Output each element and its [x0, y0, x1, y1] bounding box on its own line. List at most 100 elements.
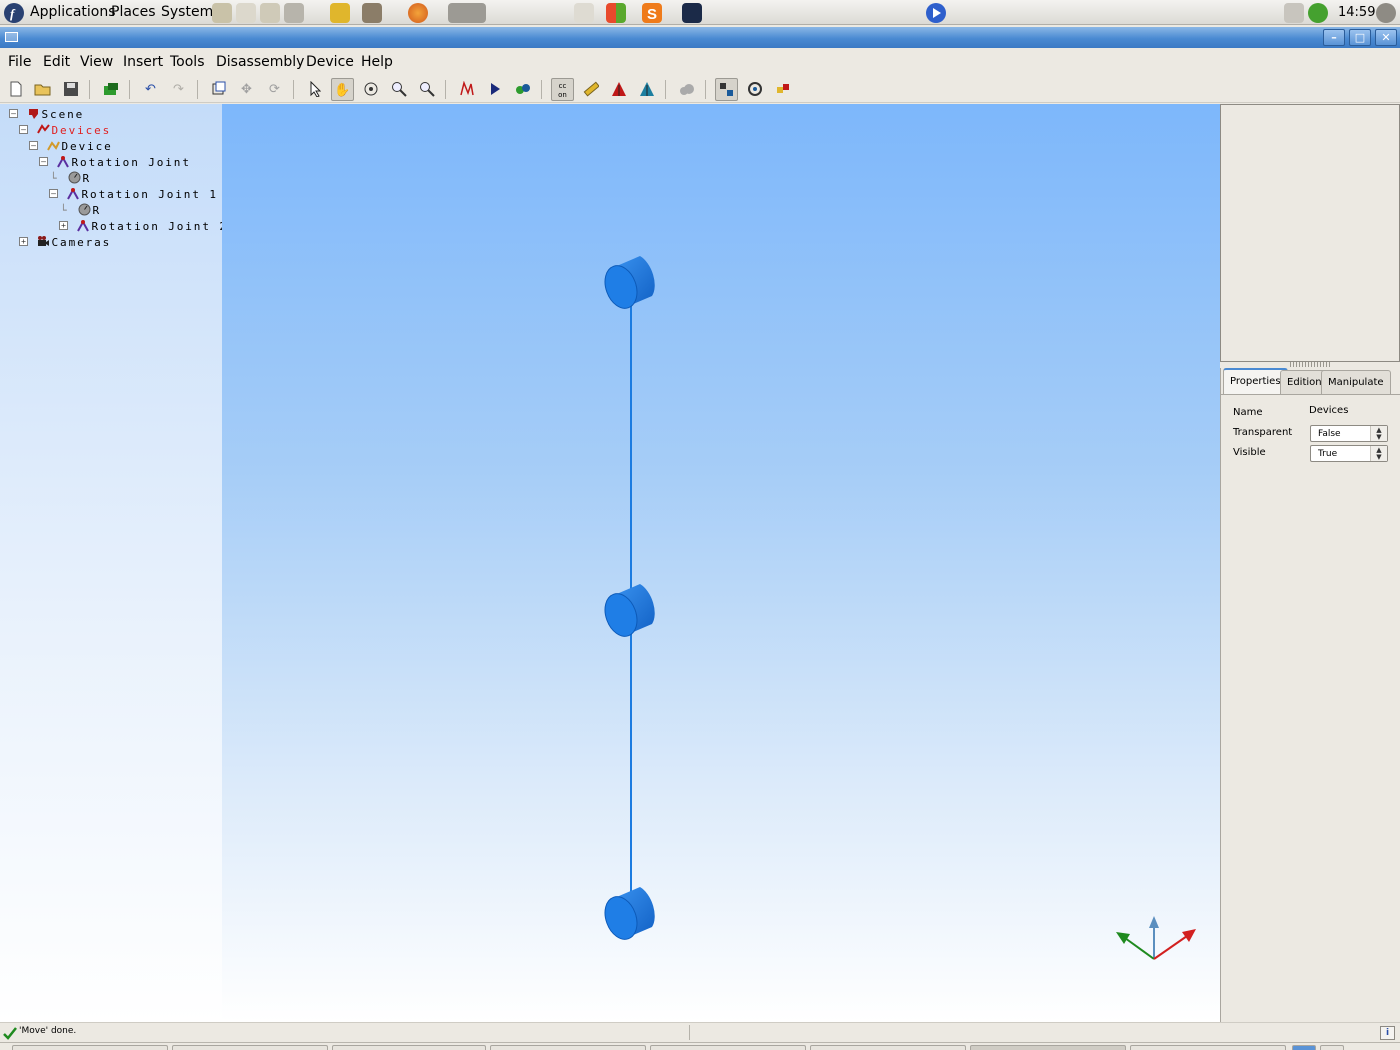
expand-icon[interactable]: +	[19, 237, 28, 246]
zoom-icon[interactable]	[387, 78, 410, 101]
pan-hand-icon[interactable]: ✋	[331, 78, 354, 101]
tree-node-devices[interactable]: – Devices	[19, 123, 111, 139]
task-button[interactable]	[810, 1045, 966, 1050]
terminal-icon[interactable]	[682, 3, 702, 23]
task-button[interactable]	[490, 1045, 646, 1050]
tree-node-r[interactable]: └ R	[50, 171, 91, 187]
close-icon[interactable]: ✕	[1375, 29, 1397, 46]
refresh-icon[interactable]	[743, 78, 766, 101]
plug-icon[interactable]	[284, 3, 304, 23]
media-play-icon[interactable]	[926, 3, 946, 23]
menu-view[interactable]: View	[80, 54, 113, 70]
red-tree-icon[interactable]	[607, 78, 630, 101]
save-icon[interactable]	[59, 78, 82, 101]
pane-splitter[interactable]	[1290, 362, 1330, 367]
tab-manipulate[interactable]: Manipulate	[1321, 370, 1391, 394]
open-folder-icon[interactable]	[31, 78, 54, 101]
menu-tools[interactable]: Tools	[170, 54, 205, 70]
menu-help[interactable]: Help	[361, 54, 393, 70]
gimp-icon[interactable]	[362, 3, 382, 23]
expand-icon[interactable]: +	[59, 221, 68, 230]
tree-node-rotation-joint-2[interactable]: + Rotation Joint 2	[59, 219, 228, 235]
redo-icon[interactable]: ↷	[167, 78, 190, 101]
menu-file[interactable]: File	[8, 54, 31, 70]
transparent-select[interactable]: False ▲ ▼	[1310, 425, 1388, 442]
maximize-icon[interactable]: □	[1349, 29, 1371, 46]
tab-properties[interactable]: Properties	[1223, 368, 1288, 394]
svg-text:S: S	[647, 6, 657, 23]
measure-icon[interactable]	[579, 78, 602, 101]
lock-icon[interactable]	[330, 3, 350, 23]
joint-cylinder[interactable]	[599, 256, 655, 313]
3d-viewport[interactable]	[222, 104, 1220, 1022]
task-button[interactable]	[332, 1045, 486, 1050]
rotate-icon[interactable]: ⟳	[263, 78, 286, 101]
import-icon[interactable]	[99, 78, 122, 101]
notes-icon[interactable]	[260, 3, 280, 23]
tree-node-r-1[interactable]: └ R	[60, 203, 101, 219]
menu-edit[interactable]: Edit	[43, 54, 70, 70]
tree-node-cameras[interactable]: + Cameras	[19, 235, 111, 251]
task-button[interactable]	[12, 1045, 168, 1050]
hierarchy-icon[interactable]	[715, 78, 738, 101]
file-manager-icon[interactable]	[212, 3, 232, 23]
translate-icon[interactable]: ✥	[235, 78, 258, 101]
menu-insert[interactable]: Insert	[123, 54, 163, 70]
collision-check-icon[interactable]: cc on	[551, 78, 574, 101]
cycle-icon[interactable]	[511, 78, 534, 101]
task-button-active[interactable]	[970, 1045, 1126, 1050]
info-icon[interactable]: i	[1380, 1026, 1395, 1040]
menu-device[interactable]: Device	[306, 54, 354, 70]
zoom-all-icon[interactable]	[415, 78, 438, 101]
joint-cylinder[interactable]	[599, 887, 655, 944]
collapse-icon[interactable]: –	[19, 125, 28, 134]
clock[interactable]: 14:59	[1338, 0, 1375, 25]
collapse-icon[interactable]: –	[9, 109, 18, 118]
collapse-icon[interactable]: –	[39, 157, 48, 166]
document-icon[interactable]	[574, 3, 594, 23]
volume-icon[interactable]	[1376, 3, 1396, 23]
collapse-icon[interactable]: –	[29, 141, 38, 150]
new-file-icon[interactable]	[4, 78, 27, 101]
minimize-icon[interactable]: –	[1323, 29, 1345, 46]
blue-tree-icon[interactable]	[635, 78, 658, 101]
places-menu[interactable]: Places	[111, 0, 156, 25]
play-icon[interactable]	[483, 78, 506, 101]
windows-icon[interactable]	[606, 3, 626, 23]
scene-render[interactable]	[222, 104, 1220, 1022]
task-button[interactable]	[172, 1045, 328, 1050]
visible-select[interactable]: True ▲ ▼	[1310, 445, 1388, 462]
joint-cylinder[interactable]	[599, 584, 655, 641]
tree-node-rotation-joint-1[interactable]: – Rotation Joint 1	[49, 187, 218, 203]
update-ok-icon[interactable]	[1308, 3, 1328, 23]
spin-arrows-icon[interactable]: ▲ ▼	[1370, 426, 1387, 441]
task-button[interactable]	[650, 1045, 806, 1050]
window-menu-icon[interactable]	[5, 32, 18, 42]
system-menu[interactable]: System	[161, 0, 213, 25]
applications-menu[interactable]: Applications	[30, 0, 116, 25]
orbit-icon[interactable]	[359, 78, 382, 101]
scene-tree[interactable]: – Scene – Devices – Device – Rotation Jo…	[0, 104, 226, 1022]
text-editor-icon[interactable]	[236, 3, 256, 23]
copy-transform-icon[interactable]	[207, 78, 230, 101]
tree-node-scene[interactable]: – Scene	[9, 107, 84, 123]
workspace-switcher[interactable]	[1320, 1045, 1344, 1050]
task-button[interactable]	[1130, 1045, 1286, 1050]
printer-icon[interactable]	[1284, 3, 1304, 23]
select-arrow-icon[interactable]	[303, 78, 326, 101]
color-icon[interactable]	[771, 78, 794, 101]
collapse-icon[interactable]: –	[49, 189, 58, 198]
firefox-icon[interactable]	[408, 3, 428, 23]
network-tool-icon[interactable]	[448, 3, 486, 23]
tree-node-rotation-joint[interactable]: – Rotation Joint	[39, 155, 191, 171]
workspace-switcher[interactable]	[1292, 1045, 1316, 1050]
cloud-icon[interactable]	[675, 78, 698, 101]
spin-arrows-icon[interactable]: ▲ ▼	[1370, 446, 1387, 461]
fedora-logo-icon[interactable]: f	[4, 3, 24, 23]
window-titlebar[interactable]: – □ ✕	[0, 27, 1400, 48]
tree-node-device[interactable]: – Device	[29, 139, 113, 155]
skype-icon[interactable]: S	[642, 3, 662, 23]
path-icon[interactable]	[455, 78, 478, 101]
menu-disassembly[interactable]: Disassembly	[216, 54, 304, 70]
undo-icon[interactable]: ↶	[139, 78, 162, 101]
